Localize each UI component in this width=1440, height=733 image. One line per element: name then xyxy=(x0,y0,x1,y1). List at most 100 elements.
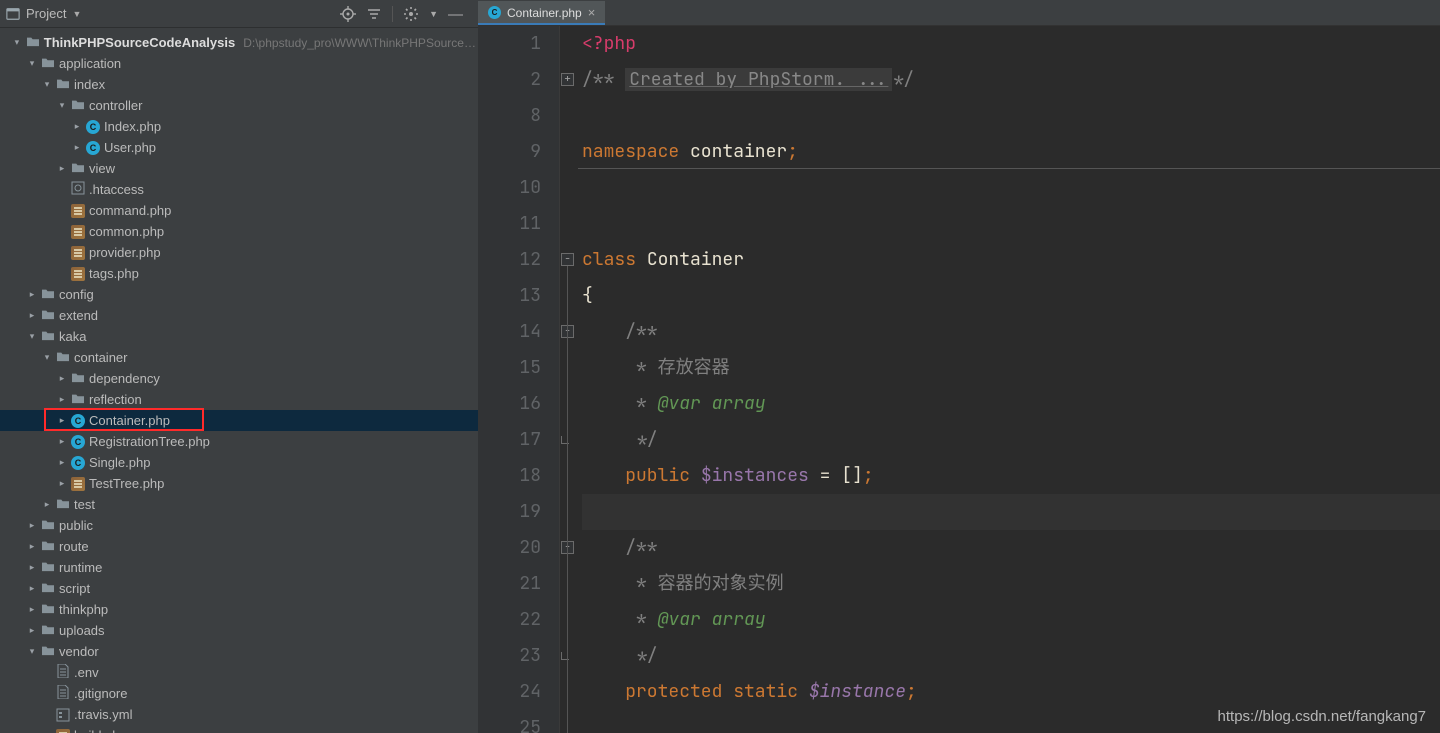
expand-arrow-icon[interactable]: ▾ xyxy=(25,331,39,342)
expand-arrow-icon[interactable]: ▸ xyxy=(55,415,69,426)
line-number: 25 xyxy=(478,710,541,733)
tree-row[interactable]: .env xyxy=(0,662,478,683)
expand-arrow-icon[interactable]: ▸ xyxy=(25,289,39,300)
tree-row[interactable]: ▸CSingle.php xyxy=(0,452,478,473)
code-line[interactable]: class Container xyxy=(582,242,1440,278)
tree-row[interactable]: ▾application xyxy=(0,53,478,74)
tree-row[interactable]: ▸runtime xyxy=(0,557,478,578)
expand-arrow-icon[interactable]: ▾ xyxy=(40,352,54,363)
tree-row[interactable]: ▸ extend xyxy=(0,305,478,326)
tree-row[interactable]: ▾controller xyxy=(0,95,478,116)
expand-arrow-icon[interactable]: ▸ xyxy=(25,562,39,573)
code-line[interactable] xyxy=(582,170,1440,206)
fold-collapse-icon[interactable]: − xyxy=(561,253,574,266)
expand-arrow-icon[interactable]: ▸ xyxy=(55,394,69,405)
tree-row[interactable]: ▸CContainer.php xyxy=(0,410,478,431)
tree-row[interactable]: command.php xyxy=(0,200,478,221)
sidebar-title[interactable]: Project xyxy=(26,6,66,21)
code-line[interactable]: <?php xyxy=(582,26,1440,62)
tree-row[interactable]: ▸thinkphp xyxy=(0,599,478,620)
tree-row[interactable]: ▸script xyxy=(0,578,478,599)
expand-arrow-icon[interactable]: ▸ xyxy=(70,142,84,153)
tree-row[interactable]: ▸public xyxy=(0,515,478,536)
php-script-icon xyxy=(69,225,87,239)
tree-row[interactable]: ▸CUser.php xyxy=(0,137,478,158)
expand-arrow-icon[interactable]: ▾ xyxy=(25,58,39,69)
expand-arrow-icon[interactable]: ▸ xyxy=(55,478,69,489)
locate-icon[interactable] xyxy=(340,6,356,22)
code-line[interactable] xyxy=(582,494,1440,530)
close-icon[interactable]: × xyxy=(588,5,596,20)
tree-row[interactable]: .gitignore xyxy=(0,683,478,704)
tree-row[interactable]: provider.php xyxy=(0,242,478,263)
chevron-down-icon[interactable]: ▼ xyxy=(72,9,81,19)
expand-arrow-icon[interactable]: ▸ xyxy=(25,604,39,615)
tree-row[interactable]: ▸config xyxy=(0,284,478,305)
expand-arrow-icon[interactable]: ▾ xyxy=(10,37,24,48)
expand-arrow-icon[interactable]: ▸ xyxy=(25,541,39,552)
tree-row[interactable]: ▸CIndex.php xyxy=(0,116,478,137)
code-line[interactable]: * 存放容器 xyxy=(582,350,1440,386)
tree-row[interactable]: common.php xyxy=(0,221,478,242)
code-line[interactable]: */ xyxy=(582,638,1440,674)
fold-gutter[interactable]: +−−− xyxy=(560,26,578,733)
code-editor[interactable]: 128910111213141516171819202122232425 +−−… xyxy=(478,26,1440,733)
tree-row[interactable]: ▾container xyxy=(0,347,478,368)
tree-row[interactable]: ▸CRegistrationTree.php xyxy=(0,431,478,452)
code-line[interactable]: protected static $instance; xyxy=(582,674,1440,710)
tree-row[interactable]: ▸uploads xyxy=(0,620,478,641)
editor-tab-container-php[interactable]: C Container.php × xyxy=(478,1,605,25)
tree-item-label: Index.php xyxy=(102,119,161,134)
project-tree[interactable]: ▾ThinkPHPSourceCodeAnalysisD:\phpstudy_p… xyxy=(0,28,478,733)
expand-arrow-icon[interactable]: ▸ xyxy=(25,520,39,531)
tree-item-label: .travis.yml xyxy=(72,707,133,722)
expand-arrow-icon[interactable]: ▸ xyxy=(55,436,69,447)
tree-row[interactable]: ▾ThinkPHPSourceCodeAnalysisD:\phpstudy_p… xyxy=(0,32,478,53)
tree-row[interactable]: tags.php xyxy=(0,263,478,284)
tree-row[interactable]: ▸reflection xyxy=(0,389,478,410)
tree-row[interactable]: ▸test xyxy=(0,494,478,515)
expand-arrow-icon[interactable]: ▸ xyxy=(70,121,84,132)
code-line[interactable]: * @var array xyxy=(582,602,1440,638)
hide-panel-icon[interactable]: — xyxy=(448,6,464,22)
expand-arrow-icon[interactable]: ▸ xyxy=(40,499,54,510)
expand-arrow-icon[interactable]: ▸ xyxy=(55,457,69,468)
tree-row[interactable]: ▸TestTree.php xyxy=(0,473,478,494)
code-line[interactable] xyxy=(582,206,1440,242)
line-number: 14 xyxy=(478,314,541,350)
tree-row[interactable]: ▾vendor xyxy=(0,641,478,662)
code-line[interactable] xyxy=(582,98,1440,134)
tree-row[interactable]: .travis.yml xyxy=(0,704,478,725)
tree-item-label: extend xyxy=(57,308,98,323)
tree-row[interactable]: ▸view xyxy=(0,158,478,179)
code-line[interactable]: namespace container; xyxy=(582,134,1440,170)
fold-expand-icon[interactable]: + xyxy=(561,73,574,86)
tree-row[interactable]: ▾kaka xyxy=(0,326,478,347)
code-line[interactable]: public $instances = []; xyxy=(582,458,1440,494)
expand-arrow-icon[interactable]: ▸ xyxy=(25,625,39,636)
code-line[interactable]: /** xyxy=(582,314,1440,350)
chevron-down-icon[interactable]: ▼ xyxy=(429,9,438,19)
code-line[interactable]: { xyxy=(582,278,1440,314)
tree-row[interactable]: build.php xyxy=(0,725,478,733)
expand-arrow-icon[interactable]: ▾ xyxy=(55,100,69,111)
tree-row[interactable]: ▸dependency xyxy=(0,368,478,389)
code-line[interactable]: */ xyxy=(582,422,1440,458)
tree-row[interactable]: ▾index xyxy=(0,74,478,95)
code-line[interactable]: * 容器的对象实例 xyxy=(582,566,1440,602)
code-line[interactable]: * @var array xyxy=(582,386,1440,422)
code-content[interactable]: <?php/** Created by PhpStorm. ...*/ names… xyxy=(578,26,1440,733)
expand-arrow-icon[interactable]: ▸ xyxy=(25,310,39,321)
tree-item-label: .gitignore xyxy=(72,686,127,701)
expand-arrow-icon[interactable]: ▸ xyxy=(25,583,39,594)
collapse-all-icon[interactable] xyxy=(366,6,382,22)
expand-arrow-icon[interactable]: ▸ xyxy=(55,373,69,384)
settings-gear-icon[interactable] xyxy=(403,6,419,22)
tree-row[interactable]: .htaccess xyxy=(0,179,478,200)
expand-arrow-icon[interactable]: ▾ xyxy=(40,79,54,90)
tree-row[interactable]: ▸route xyxy=(0,536,478,557)
expand-arrow-icon[interactable]: ▸ xyxy=(55,163,69,174)
code-line[interactable]: /** Created by PhpStorm. ...*/ xyxy=(582,62,1440,98)
code-line[interactable]: /** xyxy=(582,530,1440,566)
expand-arrow-icon[interactable]: ▾ xyxy=(25,646,39,657)
